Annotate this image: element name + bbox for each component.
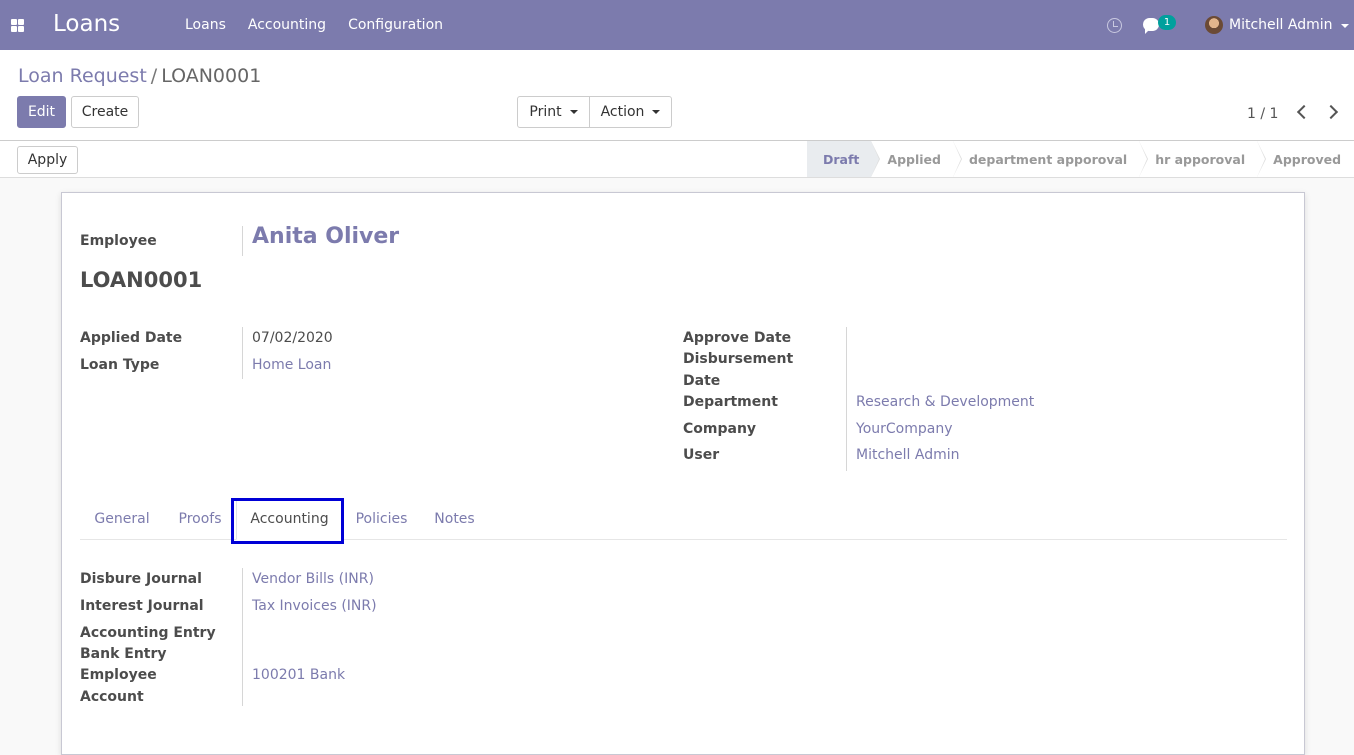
breadcrumb-current: LOAN0001 bbox=[161, 65, 262, 87]
loan-type-label: Loan Type bbox=[80, 357, 160, 373]
applied-date-value: 07/02/2020 bbox=[252, 330, 333, 346]
avatar[interactable] bbox=[1205, 16, 1223, 34]
edit-button[interactable]: Edit bbox=[17, 96, 66, 128]
menu-item-configuration[interactable]: Configuration bbox=[348, 17, 443, 33]
applied-date-label: Applied Date bbox=[80, 330, 183, 346]
menu-item-accounting[interactable]: Accounting bbox=[248, 17, 326, 33]
control-panel: Loan Request / LOAN0001 Edit Create Print … bbox=[0, 50, 1354, 141]
chat-count-badge: 1 bbox=[1158, 15, 1176, 30]
user-menu[interactable]: Mitchell Admin bbox=[1229, 17, 1333, 33]
stage-applied: Applied bbox=[871, 141, 962, 177]
company-label: Company bbox=[683, 421, 757, 437]
breadcrumb-parent[interactable]: Loan Request bbox=[18, 65, 147, 87]
stage-department-approval: department apporoval bbox=[952, 141, 1149, 177]
clock-icon[interactable] bbox=[1107, 18, 1122, 33]
chevron-left-icon[interactable] bbox=[1296, 104, 1312, 120]
interest-journal-link[interactable]: Tax Invoices (INR) bbox=[252, 596, 377, 617]
company-link[interactable]: YourCompany bbox=[856, 419, 953, 440]
user-link[interactable]: Mitchell Admin bbox=[856, 445, 960, 466]
chevron-down-icon bbox=[652, 110, 661, 114]
top-navbar: Loans Loans Accounting Configuration 1 M… bbox=[0, 0, 1354, 50]
action-dropdown[interactable]: Action bbox=[589, 96, 672, 128]
department-label: Department bbox=[683, 394, 778, 410]
employee-link[interactable]: Anita Oliver bbox=[252, 224, 399, 249]
chat-icon[interactable] bbox=[1143, 18, 1159, 34]
form-sheet: Employee Anita Oliver LOAN0001 Applied D… bbox=[61, 192, 1305, 755]
field-divider bbox=[242, 327, 243, 379]
tab-policies[interactable]: Policies bbox=[343, 498, 420, 540]
interest-journal-label: Interest Journal bbox=[80, 598, 204, 614]
disbursement-date-label: Disbursement bbox=[683, 351, 794, 367]
tab-notes[interactable]: Notes bbox=[420, 498, 489, 540]
tab-accounting[interactable]: Accounting bbox=[236, 498, 343, 540]
print-dropdown[interactable]: Print bbox=[517, 96, 590, 128]
statusbar: Apply Draft Applied department apporoval… bbox=[0, 141, 1354, 178]
menu-item-loans[interactable]: Loans bbox=[185, 17, 226, 33]
department-link[interactable]: Research & Development bbox=[856, 392, 1034, 413]
loan-type-link[interactable]: Home Loan bbox=[252, 355, 331, 376]
employee-account-label: Employee bbox=[80, 667, 157, 683]
app-title[interactable]: Loans bbox=[53, 11, 120, 37]
field-divider bbox=[242, 226, 243, 256]
breadcrumb-separator: / bbox=[150, 65, 158, 87]
accounting-entry-label: Accounting Entry bbox=[80, 625, 216, 641]
employee-account-link[interactable]: 100201 Bank bbox=[252, 665, 345, 686]
loan-reference: LOAN0001 bbox=[80, 268, 203, 292]
tab-general[interactable]: General bbox=[80, 498, 164, 540]
disburse-journal-link[interactable]: Vendor Bills (INR) bbox=[252, 569, 374, 590]
stage-hr-approval: hr apporoval bbox=[1139, 141, 1267, 177]
tab-proofs[interactable]: Proofs bbox=[164, 498, 236, 540]
chevron-down-icon[interactable] bbox=[1341, 24, 1349, 28]
stage-draft: Draft bbox=[807, 141, 881, 177]
employee-account-label-2: Account bbox=[80, 689, 144, 705]
chevron-down-icon bbox=[569, 110, 578, 114]
disbursement-date-label-2: Date bbox=[683, 373, 721, 389]
employee-label: Employee bbox=[80, 233, 157, 249]
pager-value[interactable]: 1 / 1 bbox=[1247, 106, 1278, 122]
field-divider bbox=[846, 327, 847, 471]
field-divider bbox=[242, 568, 243, 706]
stage-pipeline: Draft Applied department apporoval hr ap… bbox=[807, 141, 1354, 177]
action-label: Action bbox=[600, 104, 645, 120]
create-button[interactable]: Create bbox=[71, 96, 139, 128]
apps-icon[interactable] bbox=[11, 19, 24, 32]
disburse-journal-label: Disbure Journal bbox=[80, 571, 202, 587]
approve-date-label: Approve Date bbox=[683, 330, 792, 346]
stage-approved: Approved bbox=[1257, 141, 1354, 177]
user-label: User bbox=[683, 447, 720, 463]
apply-button[interactable]: Apply bbox=[17, 146, 78, 174]
print-label: Print bbox=[529, 104, 562, 120]
main-menu: Loans Accounting Configuration bbox=[185, 17, 443, 33]
chevron-right-icon[interactable] bbox=[1323, 104, 1339, 120]
breadcrumb: Loan Request / LOAN0001 bbox=[18, 65, 261, 87]
notebook-tabs: General Proofs Accounting Policies Notes bbox=[80, 498, 1287, 540]
bank-entry-label: Bank Entry bbox=[80, 646, 167, 662]
